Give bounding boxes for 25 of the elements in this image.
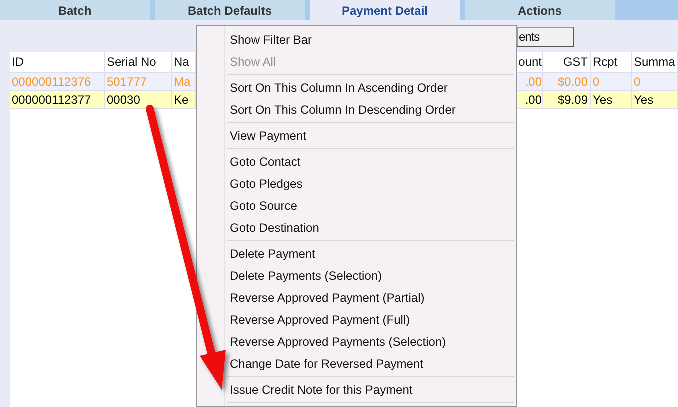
menu-item[interactable]: Change Date for Reversed Payment xyxy=(230,353,424,375)
table-cell: Yes xyxy=(591,91,632,109)
table-cell: Yes xyxy=(632,91,678,109)
menu-item[interactable]: Goto Source xyxy=(230,195,298,217)
menu-item[interactable]: Sort On This Column In Descending Order xyxy=(230,99,456,121)
menu-item[interactable]: Delete Payment xyxy=(230,243,316,265)
tab[interactable]: Batch xyxy=(0,0,150,20)
menu-item[interactable]: Goto Contact xyxy=(230,151,301,173)
menu-item[interactable]: Issue Credit Note for this Payment xyxy=(230,379,413,401)
menu-item[interactable]: Sort On This Column In Ascending Order xyxy=(230,77,448,99)
menu-item[interactable]: Goto Pledges xyxy=(230,173,303,195)
menu-item[interactable]: Reverse Approved Payment (Full) xyxy=(230,309,410,331)
tab[interactable]: Payment Detail xyxy=(310,0,460,20)
menu-item[interactable]: Show Filter Bar xyxy=(230,29,312,51)
menu-item[interactable]: Reverse Approved Payment (Partial) xyxy=(230,287,425,309)
tab[interactable]: Actions xyxy=(465,0,615,20)
table-cell: 00030 xyxy=(105,91,172,109)
menu-item[interactable]: Reverse Approved Payments (Selection) xyxy=(230,331,446,353)
toolbar-button[interactable]: ents xyxy=(517,27,574,47)
tab[interactable]: Batch Defaults xyxy=(155,0,305,20)
menu-item[interactable]: Goto Destination xyxy=(230,217,320,239)
table-cell: $9.09 xyxy=(543,91,591,109)
menu-item[interactable]: View Payment xyxy=(230,125,306,147)
table-cell: 000000112377 xyxy=(10,91,105,109)
menu-item[interactable]: Delete Payments (Selection) xyxy=(230,265,382,287)
